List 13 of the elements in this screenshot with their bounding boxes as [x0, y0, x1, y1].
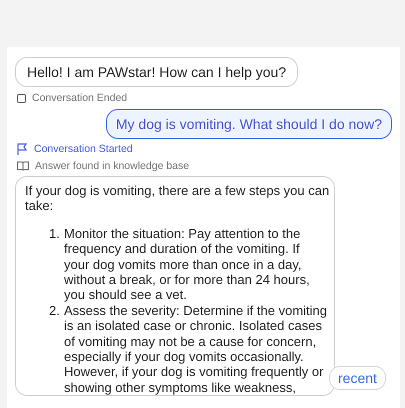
- recent-button[interactable]: recent: [329, 366, 386, 390]
- user-message: My dog is vomiting. What should I do now?: [106, 109, 392, 139]
- bot-message: Hello! I am PAWstar! How can I help you?: [15, 57, 298, 87]
- checkbox-icon: [17, 94, 26, 102]
- list-item-text: Monitor the situation: Pay attention to the frequency and duration of the vomiting. If your dog vomits more than once in a day, without a break, or for more than 24 hours, you should see a vet.: [64, 226, 310, 303]
- book-icon: [17, 161, 29, 171]
- status-text: Answer found in knowledge base: [35, 160, 190, 172]
- list-number: 1.: [49, 226, 61, 243]
- flag-icon: [17, 143, 28, 155]
- status-text: Conversation Ended: [32, 92, 128, 104]
- list-item-text: Assess the severity: Determine if the vomiting is an isolated case or chronic. Isolated cases of vomiting may not be a cause for concern, especially if your dog vomits occasionally. However, if your dog is vomiting frequently or showing other symptoms like weakness,: [64, 302, 327, 396]
- status-text: Conversation Started: [34, 143, 133, 155]
- list-number: 2.: [49, 302, 61, 320]
